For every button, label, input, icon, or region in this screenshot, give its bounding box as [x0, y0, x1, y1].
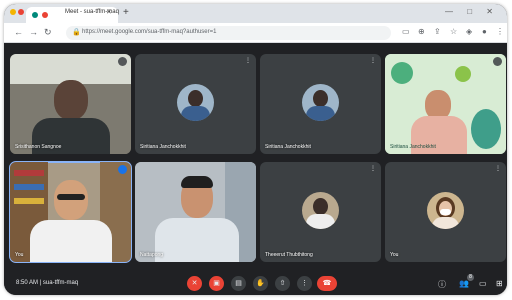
avatar-body [306, 106, 335, 121]
participant-name: Siritiana Janchokkhit [265, 144, 311, 150]
close-tab-icon[interactable]: ✕ [106, 8, 112, 16]
participant-tile[interactable]: Siritiana Janchokkhit [385, 54, 506, 154]
menu-icon[interactable]: ⋮ [496, 27, 504, 36]
url-text: https://meet.google.com/sua-tffm-maq?aut… [82, 29, 217, 35]
reload-icon[interactable]: ↻ [44, 27, 52, 38]
more-options-icon[interactable]: ⋮ [245, 57, 251, 64]
window-controls[interactable]: — □ ✕ [445, 7, 499, 16]
bookmark-star-icon[interactable]: ☆ [450, 27, 457, 36]
share-icon[interactable]: ⇪ [434, 27, 441, 36]
face-mask [440, 209, 451, 215]
avatar [177, 84, 214, 121]
participant-tile[interactable]: Srisithanon Sangnoe [10, 54, 131, 154]
avatar-head [313, 198, 328, 215]
more-options-icon[interactable]: ⋮ [495, 165, 501, 172]
meeting-code: sua-tffm-maq [42, 280, 79, 286]
meeting-time: 8:50 AM [16, 280, 39, 286]
mic-off-icon [118, 57, 127, 66]
person-shirt [30, 220, 112, 262]
meeting-info: 8:50 AM | sua-tffm-maq [16, 280, 78, 286]
participant-tile[interactable]: ⋮ Siritiana Janchokkhit [260, 54, 381, 154]
book-row [14, 184, 44, 190]
person-shirt [155, 218, 239, 262]
avatar [302, 84, 339, 121]
participant-name: Srisithanon Sangnoe [15, 144, 62, 150]
lock-icon: 🔒 [72, 29, 81, 36]
tab-strip: Meet - sua-tffm-maq ✕ + — □ ✕ [4, 4, 507, 23]
participant-name: You [15, 252, 24, 258]
person-head [54, 180, 88, 220]
participant-name: Siritiana Janchokkhit [140, 144, 186, 150]
participant-tile[interactable]: ⋮ Theeerut Thubthitong [260, 162, 381, 262]
avatar-body [181, 106, 210, 121]
window-dot-icon [18, 9, 24, 15]
book-row [14, 198, 44, 204]
camera-permission-icon[interactable]: ▭ [402, 27, 410, 36]
bg-decoration [471, 109, 501, 149]
participant-name: Nattapong [140, 252, 164, 258]
avatar-head [188, 90, 203, 107]
camera-off-button[interactable]: ▣ [209, 276, 224, 291]
participant-tile[interactable]: You [9, 161, 132, 263]
person-head [54, 80, 88, 120]
avatar-head [313, 90, 328, 107]
more-options-icon[interactable]: ⋮ [370, 57, 376, 64]
participant-name: You [390, 252, 399, 258]
browser-window: Meet - sua-tffm-maq ✕ + — □ ✕ ← → ↻ 🔒 ht… [4, 4, 507, 295]
meet-favicon-icon [32, 12, 38, 18]
separator: | [39, 280, 42, 286]
bg-decoration [455, 66, 471, 82]
mic-off-button[interactable]: ✕ [187, 276, 202, 291]
hair [181, 176, 213, 188]
present-button[interactable]: ⇧ [275, 276, 290, 291]
recording-dot-icon [42, 12, 48, 18]
leave-call-button[interactable]: ☎ [317, 276, 337, 291]
more-options-button[interactable]: ⋮ [297, 276, 312, 291]
book-row [14, 170, 44, 176]
forward-icon[interactable]: → [29, 27, 38, 37]
browser-toolbar: ← → ↻ 🔒 https://meet.google.com/sua-tffm… [4, 23, 507, 43]
more-options-icon[interactable]: ⋮ [370, 165, 376, 172]
profile-icon[interactable]: ● [482, 27, 487, 36]
avatar [302, 192, 339, 229]
chat-icon[interactable]: ▭ [479, 279, 487, 288]
avatar-body [306, 214, 335, 229]
raise-hand-button[interactable]: ✋ [253, 276, 268, 291]
participant-name: Siritiana Janchokkhit [390, 144, 436, 150]
window-dot-icon [10, 9, 16, 15]
meeting-details-icon[interactable]: ⓘ [438, 279, 446, 290]
bg-decoration [391, 62, 413, 84]
participant-tile[interactable]: ⋮ You [385, 162, 506, 262]
speaking-indicator-icon [118, 165, 127, 174]
participant-tile[interactable]: Nattapong [135, 162, 256, 262]
new-tab-button[interactable]: + [123, 7, 129, 18]
zoom-icon[interactable]: ⊕ [418, 27, 425, 36]
captions-button[interactable]: ▤ [231, 276, 246, 291]
tab-meet[interactable]: Meet - sua-tffm-maq ✕ [26, 7, 119, 23]
avatar [427, 192, 464, 229]
back-icon[interactable]: ← [14, 27, 23, 37]
address-bar[interactable]: 🔒 https://meet.google.com/sua-tffm-maq?a… [66, 26, 391, 40]
participant-name: Theeerut Thubthitong [265, 252, 313, 258]
participant-count-badge: 8 [467, 274, 474, 281]
glasses [57, 194, 85, 200]
participant-tile[interactable]: ⋮ Siritiana Janchokkhit [135, 54, 256, 154]
meeting-controls-bar: 8:50 AM | sua-tffm-maq ✕ ▣ ▤ ✋ ⇧ ⋮ ☎ ⓘ 👥… [4, 272, 507, 295]
avatar-body [432, 217, 459, 229]
activities-icon[interactable]: ⊞ [496, 279, 503, 288]
mic-off-icon [493, 57, 502, 66]
extensions-icon[interactable]: ◈ [466, 27, 472, 36]
